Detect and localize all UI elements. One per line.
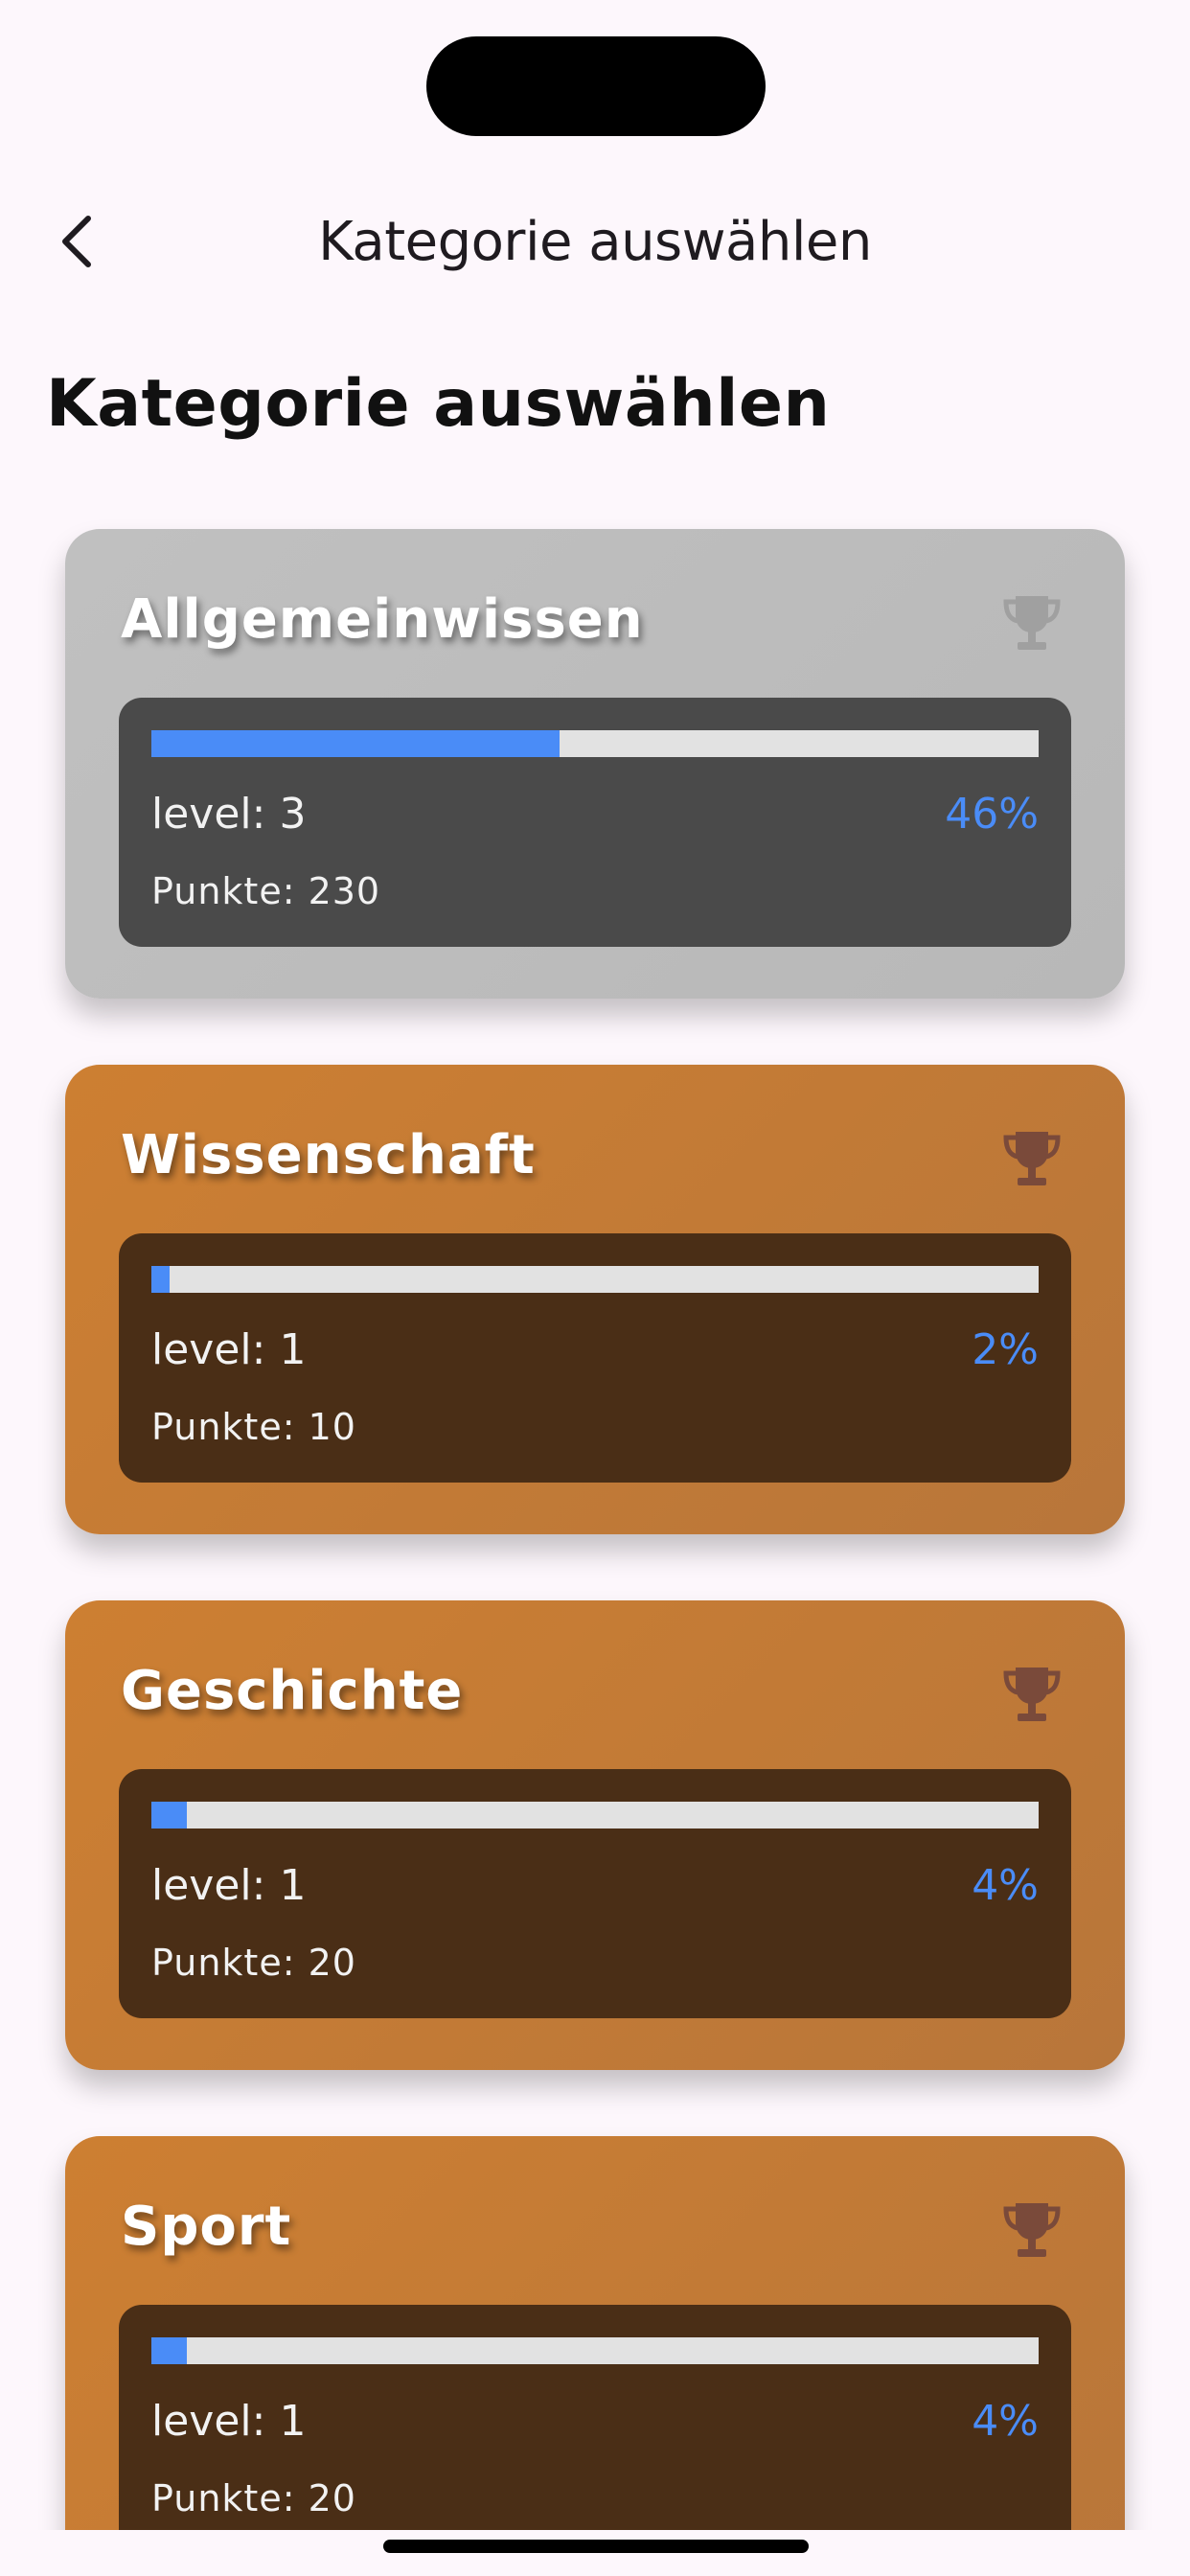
trophy-icon (1003, 2203, 1061, 2257)
bottom-safe-area (0, 2530, 1190, 2576)
points-label: Punkte: 20 (151, 2477, 356, 2519)
category-title: Geschichte (121, 1660, 464, 1722)
percent-label: 46% (945, 790, 1039, 839)
trophy-icon (1003, 1668, 1061, 1721)
percent-label: 4% (972, 1861, 1039, 1910)
stats-box: level: 1 4% Punkte: 20 (119, 2305, 1071, 2530)
points-label: Punkte: 20 (151, 1942, 356, 1984)
category-card-allgemeinwissen[interactable]: Allgemeinwissen level: 3 46% Punkte: 230 (65, 529, 1125, 999)
stats-box: level: 1 4% Punkte: 20 (119, 1769, 1071, 2018)
trophy-icon (1003, 596, 1061, 650)
points-label: Punkte: 230 (151, 870, 381, 912)
progress-bar (151, 1266, 1039, 1293)
level-label: level: 3 (151, 790, 307, 839)
progress-fill (151, 1802, 188, 1828)
category-card-sport[interactable]: Sport level: 1 4% Punkte: 20 (65, 2136, 1125, 2530)
category-title: Sport (121, 2196, 292, 2258)
progress-bar (151, 2337, 1039, 2364)
level-label: level: 1 (151, 2397, 307, 2446)
percent-label: 2% (972, 1325, 1039, 1374)
category-card-wissenschaft[interactable]: Wissenschaft level: 1 2% Punkte: 10 (65, 1065, 1125, 1534)
progress-fill (151, 2337, 188, 2364)
level-label: level: 1 (151, 1325, 307, 1374)
progress-bar (151, 730, 1039, 757)
progress-bar (151, 1802, 1039, 1828)
category-title: Wissenschaft (121, 1124, 536, 1186)
progress-fill (151, 1266, 170, 1293)
percent-label: 4% (972, 2397, 1039, 2446)
home-indicator[interactable] (383, 2540, 809, 2553)
stats-box: level: 3 46% Punkte: 230 (119, 698, 1071, 947)
trophy-icon (1003, 1132, 1061, 1185)
category-list: Allgemeinwissen level: 3 46% Punkte: 230… (0, 0, 1190, 2530)
level-label: level: 1 (151, 1861, 307, 1910)
category-card-geschichte[interactable]: Geschichte level: 1 4% Punkte: 20 (65, 1600, 1125, 2070)
stats-box: level: 1 2% Punkte: 10 (119, 1233, 1071, 1483)
points-label: Punkte: 10 (151, 1406, 356, 1448)
progress-fill (151, 730, 560, 757)
category-title: Allgemeinwissen (121, 588, 644, 651)
